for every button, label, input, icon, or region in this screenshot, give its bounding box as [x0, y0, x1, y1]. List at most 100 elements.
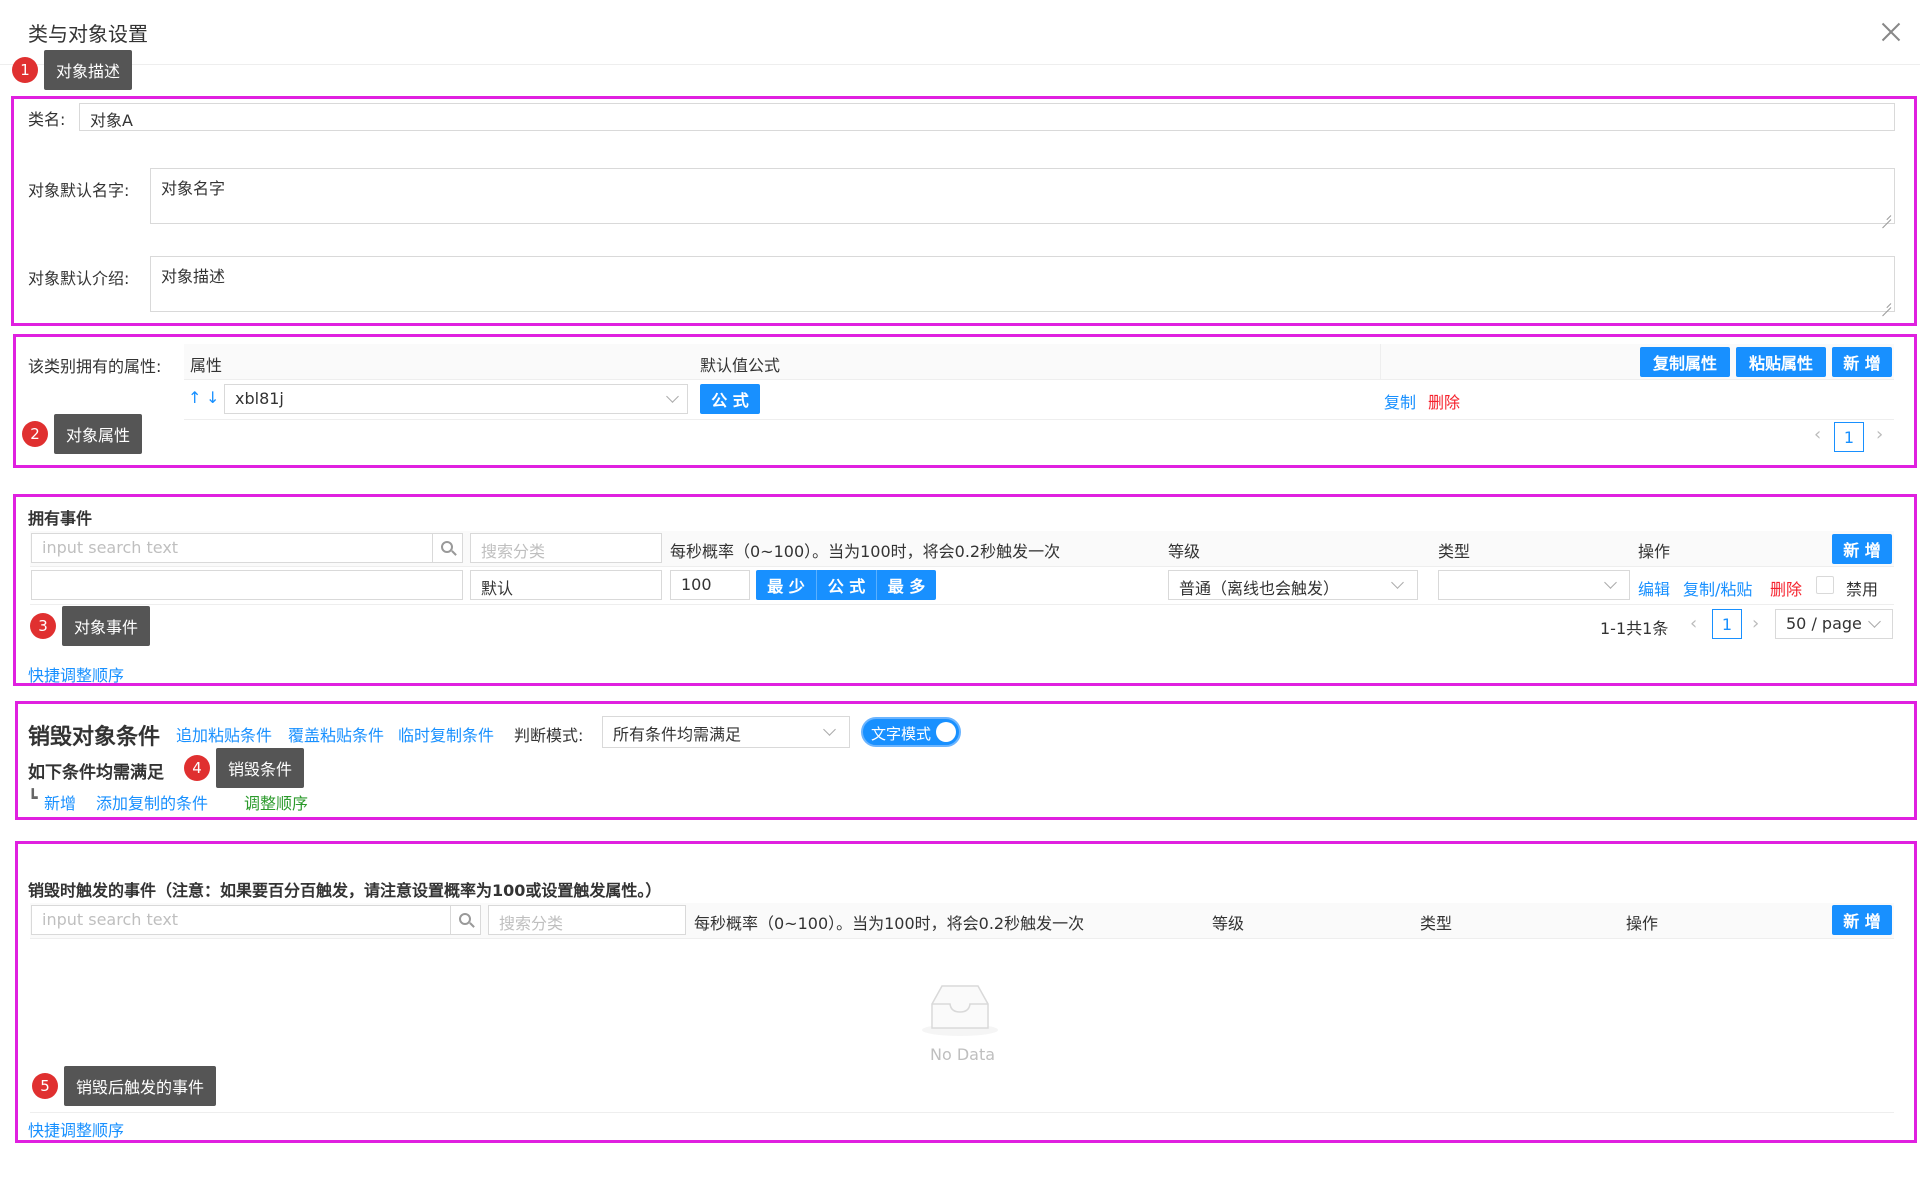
class-name-label: 类名:	[28, 110, 66, 129]
dialog-title: 类与对象设置	[28, 22, 148, 46]
resize-grip-icon[interactable]	[1881, 210, 1891, 220]
add-event-button[interactable]: 新 增	[1832, 534, 1892, 564]
condition-text: 如下条件均需满足	[28, 763, 164, 783]
type-column-header: 类型	[1420, 914, 1453, 933]
event-formula-button[interactable]: 公 式	[816, 570, 876, 600]
overwrite-paste-link[interactable]: 覆盖粘贴条件	[288, 722, 384, 746]
destroy-event-search-input[interactable]: input search text	[31, 905, 451, 935]
header-divider	[1380, 344, 1381, 380]
event-search-placeholder: input search text	[42, 538, 179, 557]
annotation-label: 对象描述	[44, 50, 133, 90]
page-number[interactable]: 1	[1834, 422, 1864, 452]
default-intro-textarea[interactable]: 对象描述	[150, 256, 1895, 312]
event-type-select[interactable]	[1438, 570, 1630, 600]
mode-label: 判断模式:	[514, 726, 584, 745]
ops-column-header: 操作	[1626, 914, 1659, 933]
default-intro-label: 对象默认介绍:	[28, 269, 130, 288]
add-condition-link[interactable]: 新增	[44, 790, 76, 814]
search-icon	[459, 913, 471, 925]
attribute-select[interactable]: xbl81j	[224, 384, 688, 414]
annotation-number: 2	[22, 421, 48, 447]
close-icon[interactable]	[1877, 18, 1905, 46]
attributes-label: 该类别拥有的属性:	[28, 357, 162, 376]
page-number[interactable]: 1	[1712, 609, 1742, 639]
destroy-event-category-input[interactable]: 搜索分类	[488, 905, 686, 935]
event-delete-link[interactable]: 删除	[1770, 576, 1802, 600]
default-name-textarea[interactable]: 对象名字	[150, 168, 1895, 224]
destroy-events-reorder-link[interactable]: 快捷调整顺序	[28, 1117, 124, 1141]
header-divider	[0, 64, 1920, 65]
event-category-input[interactable]: 搜索分类	[470, 533, 662, 563]
annotation-label: 销毁条件	[216, 748, 305, 788]
destroy-events-title: 销毁时触发的事件（注意：如果要百分百触发，请注意设置概率为100或设置触发属性。…	[28, 881, 662, 900]
event-edit-link[interactable]: 编辑	[1638, 576, 1670, 600]
prev-page-icon[interactable]: ‹	[1690, 613, 1697, 634]
toggle-knob	[936, 722, 956, 742]
destroy-event-category-placeholder: 搜索分类	[499, 914, 564, 933]
empty-box-icon	[922, 985, 998, 1036]
reorder-condition-link[interactable]: 调整顺序	[244, 790, 308, 814]
annotation-label: 对象事件	[62, 606, 151, 646]
add-attribute-button[interactable]: 新 增	[1832, 347, 1892, 377]
disable-checkbox[interactable]	[1816, 576, 1834, 594]
annotation-number: 1	[12, 57, 38, 83]
events-title: 拥有事件	[28, 509, 93, 528]
events-reorder-link[interactable]: 快捷调整顺序	[28, 662, 124, 686]
tree-branch-icon: ┗	[28, 788, 38, 807]
event-category-placeholder: 搜索分类	[481, 542, 546, 561]
probability-column-header: 每秒概率（0~100）。当为100时，将会0.2秒触发一次	[694, 914, 1085, 933]
resize-grip-icon[interactable]	[1881, 298, 1891, 308]
event-level-value: 普通（离线也会触发）	[1179, 579, 1340, 598]
next-page-icon[interactable]: ›	[1876, 424, 1883, 445]
add-copied-condition-link[interactable]: 添加复制的条件	[96, 790, 208, 814]
copy-attribute-button[interactable]: 复制属性	[1640, 347, 1730, 377]
ops-column-header: 操作	[1638, 542, 1671, 561]
annotation-number: 4	[184, 755, 210, 781]
sort-down-icon[interactable]: ↓	[206, 388, 219, 407]
annotation-number: 3	[30, 613, 56, 639]
formula-column-header: 默认值公式	[700, 356, 781, 375]
empty-text: No Data	[930, 1045, 996, 1064]
row-divider	[184, 419, 1894, 420]
attribute-select-value: xbl81j	[235, 389, 284, 408]
min-button[interactable]: 最 少	[756, 570, 816, 600]
total-count: 1-1共1条	[1600, 619, 1669, 638]
append-paste-link[interactable]: 追加粘贴条件	[176, 722, 272, 746]
annotation-4: 4 销毁条件	[184, 748, 305, 788]
attr-copy-link[interactable]: 复制	[1384, 389, 1416, 413]
max-button[interactable]: 最 多	[876, 570, 936, 600]
event-search-input[interactable]: input search text	[31, 533, 433, 563]
annotation-2: 2 对象属性	[22, 414, 143, 454]
annotation-label: 销毁后触发的事件	[64, 1066, 217, 1106]
attr-delete-link[interactable]: 删除	[1428, 389, 1460, 413]
level-column-header: 等级	[1168, 542, 1201, 561]
annotation-5: 5 销毁后触发的事件	[32, 1066, 217, 1106]
default-name-value: 对象名字	[161, 179, 226, 198]
attr-formula-button[interactable]: 公 式	[700, 384, 760, 414]
paste-attribute-button[interactable]: 粘贴属性	[1736, 347, 1826, 377]
event-copy-paste-link[interactable]: 复制/粘贴	[1683, 576, 1752, 600]
level-column-header: 等级	[1212, 914, 1245, 933]
add-destroy-event-button[interactable]: 新 增	[1832, 905, 1892, 935]
event-level-select[interactable]: 普通（离线也会触发）	[1168, 570, 1418, 600]
toggle-label: 文字模式	[871, 725, 932, 743]
annotation-1: 1 对象描述	[12, 50, 133, 90]
mode-select[interactable]: 所有条件均需满足	[602, 716, 850, 748]
page-size-value: 50 / page	[1786, 614, 1862, 633]
disable-label: 禁用	[1846, 580, 1879, 599]
temp-copy-link[interactable]: 临时复制条件	[398, 722, 494, 746]
class-name-input[interactable]: 对象A	[79, 103, 1895, 131]
prev-page-icon[interactable]: ‹	[1814, 424, 1821, 445]
annotation-label: 对象属性	[54, 414, 143, 454]
event-category-field[interactable]: 默认	[470, 570, 662, 600]
text-mode-toggle[interactable]: 文字模式	[861, 717, 961, 747]
event-name-input[interactable]	[31, 570, 463, 600]
annotation-3: 3 对象事件	[30, 606, 151, 646]
sort-up-icon[interactable]: ↑	[188, 388, 201, 407]
event-search-button[interactable]	[433, 533, 463, 563]
event-probability-input[interactable]: 100	[670, 570, 750, 600]
destroy-event-search-button[interactable]	[451, 905, 481, 935]
next-page-icon[interactable]: ›	[1752, 613, 1759, 634]
annotation-number: 5	[32, 1073, 58, 1099]
destroy-event-search-placeholder: input search text	[42, 910, 179, 929]
